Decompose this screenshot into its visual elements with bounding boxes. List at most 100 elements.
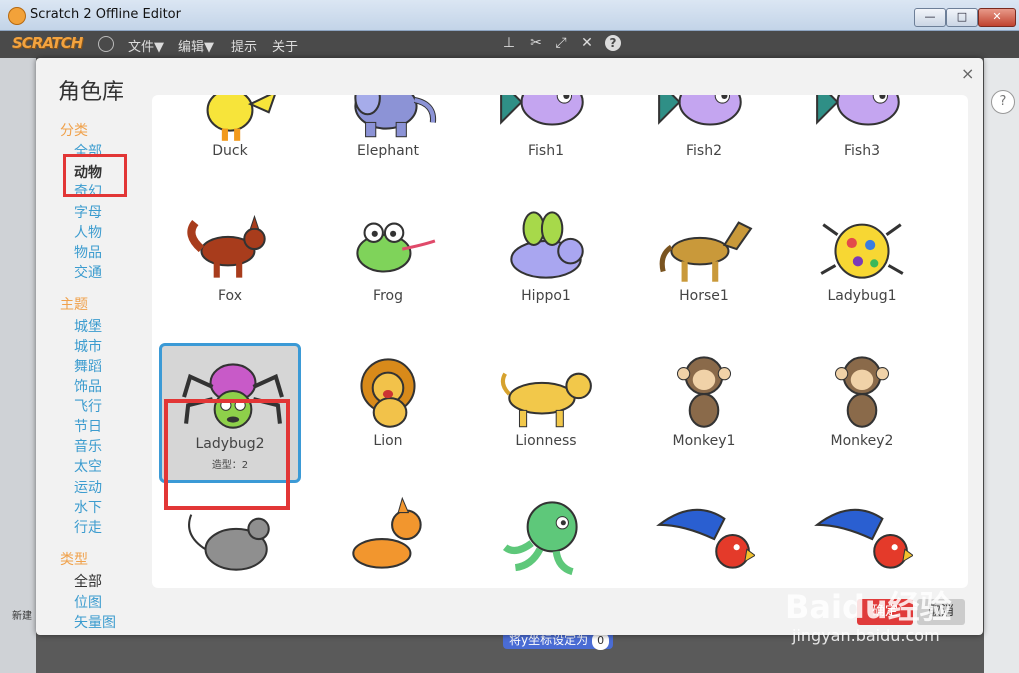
- sprite-name: Fish2: [686, 143, 722, 159]
- theme-dress-up[interactable]: 饰品: [74, 376, 102, 396]
- language-globe-icon[interactable]: [98, 36, 114, 52]
- octopus-icon: [502, 501, 578, 576]
- type-vector[interactable]: 矢量图: [74, 612, 116, 632]
- help-icon[interactable]: ?: [605, 35, 621, 51]
- menu-about[interactable]: 关于: [272, 36, 298, 55]
- sprite-library-dialog: 角色库 × 分类 全部 动物 奇幻 字母 人物 物品 交通 主题 城堡 城市 舞…: [36, 58, 983, 635]
- theme-space[interactable]: 太空: [74, 456, 102, 476]
- theme-holiday[interactable]: 节日: [74, 416, 102, 436]
- sprite-tile[interactable]: Duck: [159, 95, 301, 193]
- fish-icon: [658, 95, 742, 126]
- type-all[interactable]: 全部: [74, 571, 102, 591]
- type-bitmap[interactable]: 位图: [74, 592, 102, 612]
- category-letters[interactable]: 字母: [74, 202, 102, 222]
- elephant-icon: [354, 95, 437, 138]
- sprite-name: Frog: [373, 288, 403, 304]
- baidu-watermark-url: jingyan.baidu.com: [792, 626, 940, 645]
- sprite-name: Horse1: [679, 288, 729, 304]
- sprite-tile[interactable]: Elephant: [317, 95, 459, 193]
- sprite-tile[interactable]: [791, 488, 933, 588]
- sprite-tile[interactable]: Frog: [317, 198, 459, 338]
- lion-icon: [360, 358, 416, 428]
- sprite-tile[interactable]: Fish2: [633, 95, 775, 193]
- new-sprite-label: 新建: [12, 611, 32, 622]
- sprite-tile[interactable]: Hippo1: [475, 198, 617, 338]
- minimize-button[interactable]: —: [914, 8, 946, 27]
- sprite-tile[interactable]: Lion: [317, 343, 459, 483]
- sprite-tile[interactable]: Fish1: [475, 95, 617, 193]
- sprite-name: Monkey1: [672, 433, 736, 449]
- theme-flying[interactable]: 飞行: [74, 396, 102, 416]
- type-heading: 类型: [60, 552, 88, 568]
- sprite-tile[interactable]: Monkey2: [791, 343, 933, 483]
- category-things[interactable]: 物品: [74, 242, 102, 262]
- category-heading: 分类: [60, 123, 88, 139]
- category-people[interactable]: 人物: [74, 222, 102, 242]
- scratch-menubar: SCRATCH 文件▼ 编辑▼ 提示 关于 ⊥ ✂ ⤢ ✕ ?: [0, 31, 1019, 58]
- parrot-icon: [656, 508, 755, 569]
- parrot-icon: [814, 508, 913, 569]
- fox-icon: [187, 214, 266, 278]
- scratch-logo[interactable]: SCRATCH: [12, 34, 83, 52]
- sprite-tile[interactable]: [317, 488, 459, 588]
- sprite-name: Lionness: [515, 433, 577, 449]
- background-editor-left: [0, 58, 36, 673]
- cut-icon[interactable]: ✂: [528, 35, 544, 51]
- sprite-name: Fish3: [844, 143, 880, 159]
- shrink-icon[interactable]: ✕: [579, 35, 595, 51]
- stamp-icon[interactable]: ⊥: [501, 35, 517, 51]
- sprite-name: Monkey2: [830, 433, 894, 449]
- cat-pony-icon: [352, 496, 422, 569]
- annotation-highlight-box: [164, 399, 290, 510]
- hippo-icon: [510, 211, 584, 279]
- dialog-close-icon[interactable]: ×: [961, 64, 974, 83]
- theme-sports[interactable]: 运动: [74, 477, 102, 497]
- sprite-tile[interactable]: Lionness: [475, 343, 617, 483]
- fish-icon: [816, 95, 900, 126]
- monkey-icon: [834, 356, 890, 428]
- fish-icon: [500, 95, 584, 126]
- frog-icon: [356, 222, 436, 273]
- dialog-title: 角色库: [58, 80, 125, 105]
- set-y-block-label: 将y坐标设定为: [509, 633, 589, 647]
- help-bubble-icon[interactable]: ?: [991, 90, 1015, 114]
- menu-file[interactable]: 文件▼: [128, 36, 164, 55]
- baidu-watermark-logo: Baidu经验: [785, 588, 952, 626]
- sprite-tile[interactable]: Horse1: [633, 198, 775, 338]
- scratch-cat-icon: [8, 7, 26, 25]
- horse-icon: [659, 221, 753, 282]
- sprite-name: Lion: [373, 433, 403, 449]
- maximize-button[interactable]: □: [946, 8, 978, 27]
- theme-walking[interactable]: 行走: [74, 517, 102, 537]
- theme-city[interactable]: 城市: [74, 336, 102, 356]
- category-transportation[interactable]: 交通: [74, 262, 102, 282]
- theme-underwater[interactable]: 水下: [74, 497, 102, 517]
- sprite-tile[interactable]: Fox: [159, 198, 301, 338]
- theme-music[interactable]: 音乐: [74, 436, 102, 456]
- duck-icon: [206, 95, 276, 141]
- window-title: Scratch 2 Offline Editor: [30, 7, 181, 22]
- monkey-icon: [676, 356, 732, 428]
- sprite-name: Duck: [212, 143, 248, 159]
- sprite-name: Fish1: [528, 143, 564, 159]
- theme-dance[interactable]: 舞蹈: [74, 356, 102, 376]
- sprite-grid: Monkey2 Monkey1 Lionness Lion Ladybug2 造型：2 La…: [152, 95, 968, 588]
- menu-tips[interactable]: 提示: [231, 36, 257, 55]
- window-close-button[interactable]: ✕: [978, 8, 1016, 27]
- sprite-name: Hippo1: [521, 288, 571, 304]
- theme-castle[interactable]: 城堡: [74, 316, 102, 336]
- sprite-tile[interactable]: [475, 488, 617, 588]
- sprite-tile[interactable]: Monkey1: [633, 343, 775, 483]
- sprite-name: Fox: [218, 288, 242, 304]
- lioness-icon: [500, 372, 592, 428]
- background-editor-right: [984, 58, 1019, 673]
- sprite-tile[interactable]: Ladybug1: [791, 198, 933, 338]
- menu-edit[interactable]: 编辑▼: [178, 36, 214, 55]
- sprite-tile[interactable]: [633, 488, 775, 588]
- annotation-highlight-box: [63, 154, 127, 197]
- window-title-bar: Scratch 2 Offline Editor — □ ✕: [0, 0, 1019, 31]
- sprite-name: Ladybug1: [827, 288, 897, 304]
- grow-icon[interactable]: ⤢: [553, 35, 569, 51]
- sprite-tile[interactable]: Fish3: [791, 95, 933, 193]
- theme-heading: 主题: [60, 297, 88, 313]
